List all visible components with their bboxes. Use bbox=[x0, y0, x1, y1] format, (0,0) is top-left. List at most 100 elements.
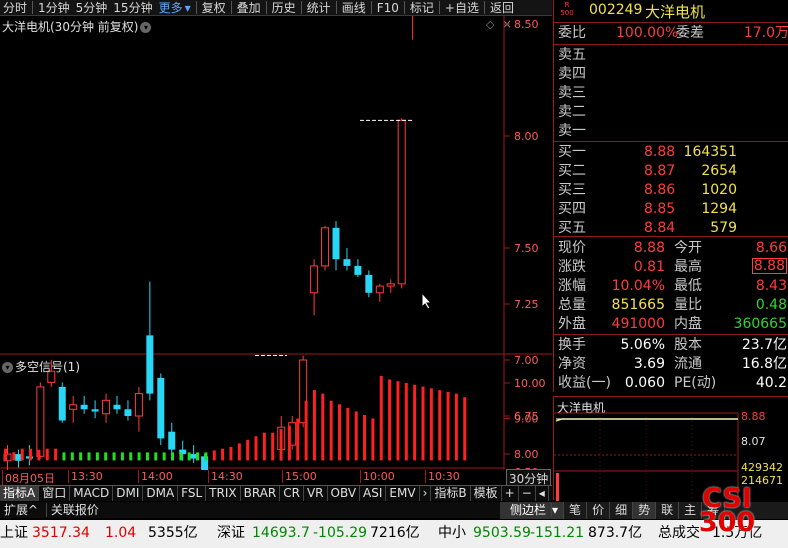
stat-value: 40.2 bbox=[755, 375, 787, 391]
ask-level-label: 卖一 bbox=[558, 123, 586, 139]
tabs-scroll-right-icon[interactable]: › bbox=[420, 486, 432, 501]
chevron-left-icon[interactable]: ◂ bbox=[536, 486, 549, 501]
statistics-button[interactable]: 统计 bbox=[304, 0, 334, 16]
signal-bar bbox=[363, 414, 367, 461]
kline-chart[interactable]: 8.508.007.507.257.006.756.50 10.009.008.… bbox=[0, 16, 552, 470]
indicator-tick-label: 10.00 bbox=[514, 377, 546, 390]
tab-more[interactable]: 更多 ▾ bbox=[156, 0, 194, 16]
stat-row[interactable]: 收益(一) 0.060 PE(动) 40.2 bbox=[558, 374, 788, 392]
tab-brar[interactable]: BRAR bbox=[241, 486, 281, 501]
tab-trend[interactable]: 势 bbox=[633, 502, 657, 519]
time-axis: 08月05日 13:30 14:00 14:30 15:00 10:00 10:30 bbox=[0, 470, 504, 486]
stat-row[interactable]: 涨幅 10.04% 最低 8.43 bbox=[558, 277, 788, 295]
expand-button[interactable]: 扩展^ bbox=[0, 503, 42, 517]
tab-1min[interactable]: 1分钟 bbox=[35, 0, 73, 16]
tab-timeshare[interactable]: 分时 bbox=[0, 0, 30, 16]
draw-line-button[interactable]: 画线 bbox=[339, 0, 369, 16]
tab-trix[interactable]: TRIX bbox=[206, 486, 241, 501]
tab-macd[interactable]: MACD bbox=[70, 486, 114, 501]
tab-obv[interactable]: OBV bbox=[328, 486, 361, 501]
tab-indicator-b[interactable]: 指标B bbox=[431, 486, 471, 501]
tab-detail[interactable]: 细 bbox=[610, 502, 634, 519]
stat-row[interactable]: 净资 3.69 流通 16.8亿 bbox=[558, 355, 788, 373]
tab-cr[interactable]: CR bbox=[280, 486, 304, 501]
candle-series bbox=[3, 16, 414, 470]
signal-bar bbox=[204, 452, 208, 461]
tab-15min[interactable]: 15分钟 bbox=[110, 0, 155, 16]
bid-row[interactable]: 买五 8.84 579 bbox=[558, 219, 788, 237]
tab-indicator-a[interactable]: 指标A bbox=[0, 486, 40, 501]
price-tick-label: 8.50 bbox=[514, 18, 539, 31]
stat-row[interactable]: 换手 5.06% 股本 23.7亿 bbox=[558, 336, 788, 354]
tab-link[interactable]: 联 bbox=[656, 502, 680, 519]
sz-change: -105.29 bbox=[313, 525, 368, 541]
tab-5min[interactable]: 5分钟 bbox=[73, 0, 111, 16]
ask-level-label: 卖四 bbox=[558, 66, 586, 82]
toolbar-divider bbox=[300, 1, 302, 14]
tab-dmi[interactable]: DMI bbox=[113, 486, 144, 501]
stat-value: 16.8亿 bbox=[741, 356, 787, 372]
time-axis-label: 10:00 bbox=[360, 470, 395, 483]
stat-value: 0.060 bbox=[624, 375, 665, 391]
signal-bar bbox=[454, 393, 458, 461]
divider bbox=[554, 141, 788, 142]
tab-window[interactable]: 窗口 bbox=[39, 486, 71, 501]
stat-row[interactable]: 外盘 491000 内盘 360665 bbox=[558, 315, 788, 333]
bid-row[interactable]: 买二 8.87 2654 bbox=[558, 162, 788, 180]
tab-asi[interactable]: ASI bbox=[360, 486, 387, 501]
tab-template[interactable]: 模板 bbox=[471, 486, 502, 501]
tab-vr[interactable]: VR bbox=[304, 486, 328, 501]
ask-row[interactable]: 卖一 bbox=[558, 122, 788, 140]
ask-row[interactable]: 卖四 bbox=[558, 65, 788, 83]
tab-price[interactable]: 价 bbox=[587, 502, 611, 519]
sz-label[interactable]: 深证 bbox=[217, 520, 245, 546]
toolbar-divider bbox=[230, 1, 232, 14]
tab-fsl[interactable]: FSL bbox=[178, 486, 207, 501]
ask-level-label: 卖二 bbox=[558, 104, 586, 120]
ask-row[interactable]: 卖五 bbox=[558, 46, 788, 64]
minus-icon[interactable]: − bbox=[519, 486, 536, 501]
indicator-settings-icon[interactable]: ▾ bbox=[2, 362, 13, 373]
candle-body bbox=[310, 265, 319, 294]
total-label[interactable]: 总成交 bbox=[658, 520, 700, 546]
bid-row[interactable]: 买一 8.88 164351 bbox=[558, 143, 788, 161]
tab-trades[interactable]: 笔 bbox=[564, 502, 588, 519]
signal-bar bbox=[37, 449, 41, 461]
mini-intraday-chart[interactable]: 大洋电机 8.88 8.07 429342 214671 bbox=[553, 396, 788, 501]
signal-bar bbox=[463, 397, 467, 461]
signal-bar bbox=[371, 418, 375, 461]
tab-emv[interactable]: EMV bbox=[386, 486, 420, 501]
bid-row[interactable]: 买三 8.86 1020 bbox=[558, 181, 788, 199]
ask-row[interactable]: 卖二 bbox=[558, 103, 788, 121]
add-watchlist-button[interactable]: +自选 bbox=[442, 0, 482, 16]
signal-bar bbox=[354, 411, 358, 461]
f10-button[interactable]: F10 bbox=[374, 1, 402, 15]
signal-bar bbox=[95, 452, 99, 461]
stat-row[interactable]: 现价 8.88 今开 8.66 bbox=[558, 239, 788, 257]
bid-row[interactable]: 买四 8.85 1294 bbox=[558, 200, 788, 218]
index-status-bar: 上证 3517.34 1.04 5355亿 深证 14693.7 -105.29… bbox=[0, 520, 788, 548]
divider bbox=[554, 334, 788, 335]
toolbar-divider bbox=[370, 1, 372, 14]
bid-level-label: 买三 bbox=[558, 182, 586, 198]
mark-button[interactable]: 标记 bbox=[407, 0, 437, 16]
stat-value: 851665 bbox=[611, 297, 665, 313]
signal-bar bbox=[137, 452, 141, 461]
sidebar-toggle[interactable]: 侧边栏 ▾ bbox=[500, 502, 565, 519]
related-quote-button[interactable]: 关联报价 bbox=[45, 503, 103, 517]
stat-value: 360665 bbox=[733, 316, 787, 332]
restore-rights-button[interactable]: 复权 bbox=[199, 0, 229, 16]
stat-row[interactable]: 涨跌 0.81 最高 8.88 bbox=[558, 258, 788, 276]
tab-dma[interactable]: DMA bbox=[143, 486, 179, 501]
sh-label[interactable]: 上证 bbox=[0, 520, 28, 546]
back-button[interactable]: 返回 bbox=[487, 0, 517, 16]
add-indicator-button[interactable]: + bbox=[502, 486, 519, 501]
zx-label[interactable]: 中小 bbox=[438, 520, 466, 546]
candle-body bbox=[375, 285, 384, 294]
overlay-button[interactable]: 叠加 bbox=[234, 0, 264, 16]
ask-row[interactable]: 卖三 bbox=[558, 84, 788, 102]
stat-row[interactable]: 总量 851665 量比 0.48 bbox=[558, 296, 788, 314]
candle-body bbox=[102, 399, 111, 415]
history-button[interactable]: 历史 bbox=[269, 0, 299, 16]
stat-value: 8.88 bbox=[633, 240, 665, 256]
